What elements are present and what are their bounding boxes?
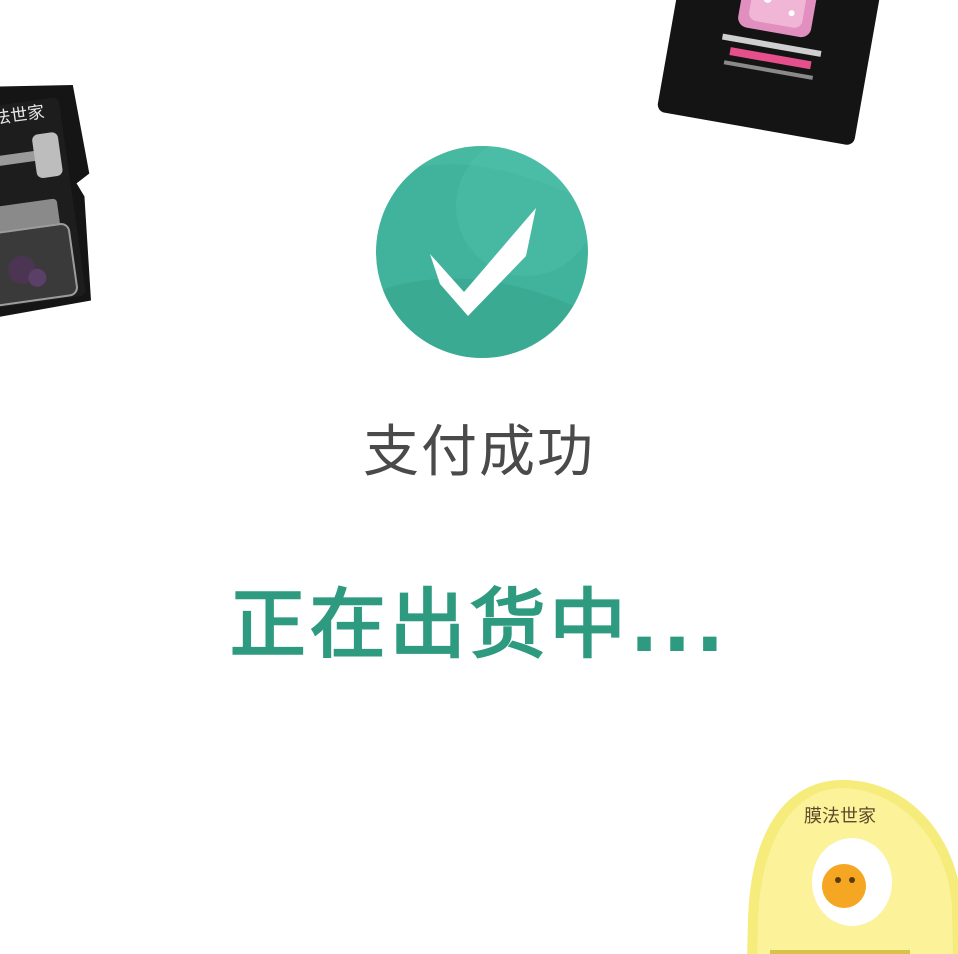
pack-brand-text-yellow: 膜法世家 — [804, 806, 876, 827]
shipping-status-text: 正在出货中... — [229, 580, 729, 669]
product-pack-yellow-bottom: 膜法世家 — [747, 779, 958, 954]
checkmark-circle-icon — [376, 146, 588, 358]
product-pack-black-left: 膜法世家 — [0, 84, 92, 320]
payment-success-screen: 膜法世家 膜法世家 支付成功 正在出货中... — [0, 0, 958, 954]
payment-success-title: 支付成功 — [363, 420, 595, 485]
product-pack-pink-top — [657, 0, 880, 145]
